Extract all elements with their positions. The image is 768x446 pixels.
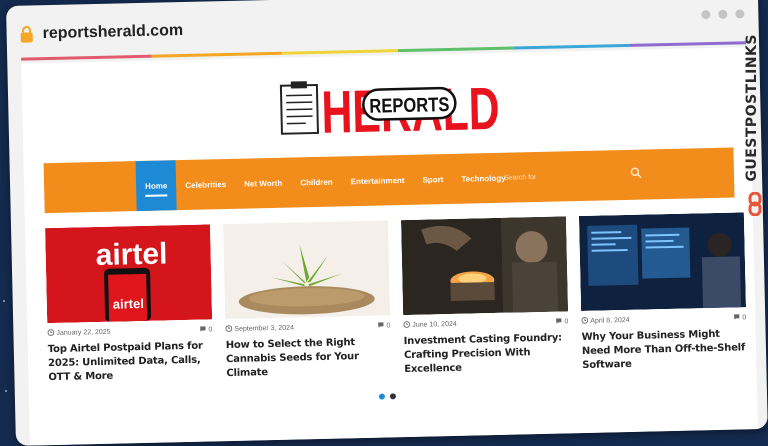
article-card[interactable]: airtel airtel January 22, 2025 0 Top Air…: [45, 224, 214, 385]
logo-badge-word: REPORTS: [369, 94, 449, 118]
clipboard-icon: [281, 81, 318, 134]
nav-item-home[interactable]: Home: [136, 160, 177, 211]
nav-item-celebrities[interactable]: Celebrities: [176, 159, 236, 210]
clock-icon: [47, 329, 54, 336]
search-input[interactable]: [502, 161, 627, 192]
clock-icon: [225, 325, 232, 332]
address-bar[interactable]: reportsherald.com: [18, 18, 183, 48]
slider-dot[interactable]: [390, 393, 396, 399]
guestpostlinks-banner: GUESTPOSTLINKS: [744, 34, 766, 224]
comment-icon: [733, 313, 740, 320]
main-navigation: HomeCelebritiesNet WorthChildrenEntertai…: [44, 148, 735, 214]
window-control-dot[interactable]: [701, 10, 710, 19]
web-page: HERALD REPORTS HomeCelebritiesNet WorthC…: [21, 47, 757, 445]
banner-text: GUESTPOSTLINKS: [744, 34, 760, 182]
article-date: January 22, 2025: [47, 328, 110, 337]
comment-count[interactable]: 0: [555, 317, 568, 325]
comment-icon: [377, 321, 384, 328]
comment-icon: [555, 317, 562, 324]
comment-count[interactable]: 0: [733, 313, 746, 321]
article-thumbnail-software[interactable]: [579, 212, 746, 311]
chain-link-icon: [746, 192, 764, 216]
article-card[interactable]: June 10, 2024 0 Investment Casting Found…: [401, 216, 570, 377]
window-control-dot[interactable]: [735, 9, 744, 18]
article-title[interactable]: How to Select the Right Cannabis Seeds f…: [226, 335, 392, 381]
site-logo[interactable]: HERALD REPORTS: [277, 71, 503, 142]
featured-articles: airtel airtel January 22, 2025 0 Top Air…: [45, 212, 748, 388]
article-title[interactable]: Investment Casting Foundry: Crafting Pre…: [404, 331, 570, 377]
article-card[interactable]: April 8, 2024 0 Why Your Business Might …: [579, 212, 748, 373]
search-icon[interactable]: [630, 167, 642, 179]
article-thumbnail-airtel[interactable]: airtel airtel: [45, 224, 212, 323]
nav-item-net-worth[interactable]: Net Worth: [235, 158, 292, 209]
article-date: June 10, 2024: [403, 320, 457, 329]
svg-text:airtel: airtel: [95, 237, 167, 272]
browser-window: reportsherald.com HERALD REPORTS: [6, 0, 768, 446]
comment-count[interactable]: 0: [199, 325, 212, 333]
article-title[interactable]: Why Your Business Might Need More Than O…: [582, 327, 748, 373]
article-title[interactable]: Top Airtel Postpaid Plans for 2025: Unli…: [48, 339, 214, 385]
article-date: September 3, 2024: [225, 324, 294, 334]
svg-text:airtel: airtel: [113, 296, 144, 312]
nav-item-sport[interactable]: Sport: [413, 154, 453, 205]
search-box: [502, 160, 653, 189]
nav-item-children[interactable]: Children: [291, 156, 343, 207]
slider-pagination: [379, 393, 396, 399]
window-controls: [701, 9, 744, 19]
url-text: reportsherald.com: [42, 22, 183, 43]
window-control-dot[interactable]: [718, 10, 727, 19]
clock-icon: [581, 317, 588, 324]
comment-count[interactable]: 0: [377, 321, 390, 329]
slider-dot-active[interactable]: [379, 394, 385, 400]
lock-icon: [18, 25, 34, 43]
article-thumbnail-foundry[interactable]: [401, 216, 568, 315]
nav-item-entertainment[interactable]: Entertainment: [341, 155, 414, 207]
article-date: April 8, 2024: [581, 316, 629, 325]
comment-icon: [199, 326, 206, 333]
article-thumbnail-cannabis[interactable]: [223, 220, 390, 319]
clock-icon: [403, 321, 410, 328]
article-card[interactable]: September 3, 2024 0 How to Select the Ri…: [223, 220, 392, 381]
